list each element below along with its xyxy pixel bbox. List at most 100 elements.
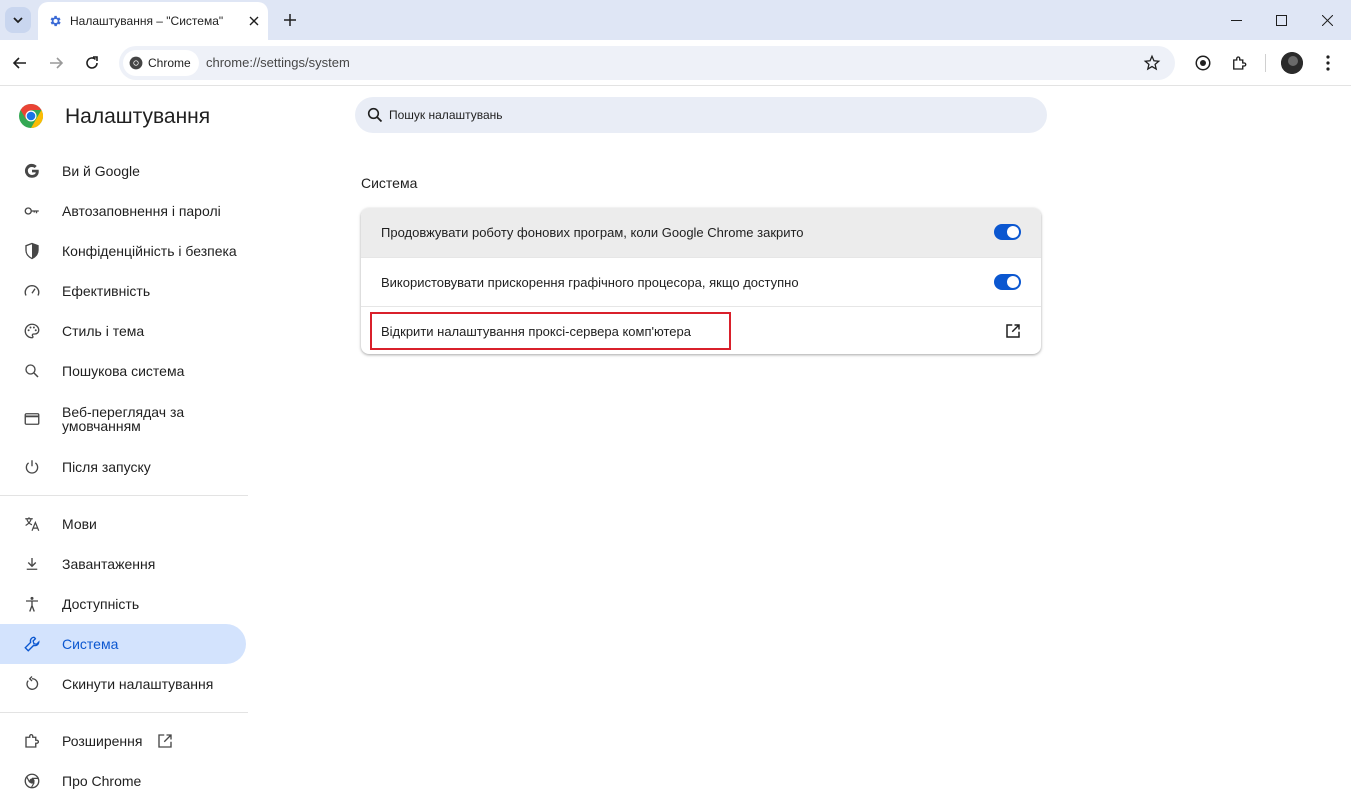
url-text[interactable]: chrome://settings/system (206, 55, 350, 70)
settings-sidebar: Ви й Google Автозаповнення і паролі Конф… (0, 151, 248, 801)
setting-row-hardware-acceleration[interactable]: Використовувати прискорення графічного п… (361, 257, 1041, 306)
extensions-menu-button[interactable] (1228, 52, 1250, 74)
sidebar-item-downloads[interactable]: Завантаження (0, 544, 248, 584)
sidebar-item-autofill[interactable]: Автозаповнення і паролі (0, 191, 248, 231)
sidebar-item-label: Скинути налаштування (62, 676, 214, 692)
search-placeholder: Пошук налаштувань (389, 108, 503, 122)
speedometer-icon (22, 281, 42, 301)
gear-icon (50, 15, 61, 27)
tab-strip: Налаштування – "Система" (0, 0, 1351, 40)
search-icon (367, 107, 383, 123)
accessibility-icon (22, 594, 42, 614)
sidebar-item-label: Пошукова система (62, 363, 185, 379)
sidebar-item-on-startup[interactable]: Після запуску (0, 447, 248, 487)
arrow-right-icon (50, 57, 64, 69)
sidebar-item-label: Ви й Google (62, 163, 140, 179)
puzzle-icon (22, 731, 42, 751)
google-icon (22, 161, 42, 181)
sidebar-item-label: Після запуску (62, 459, 151, 475)
maximize-icon (1275, 14, 1287, 26)
reload-icon (86, 56, 98, 69)
window-close-button[interactable] (1304, 0, 1350, 40)
translate-icon (22, 514, 42, 534)
highlight-box (370, 312, 731, 350)
section-title: Система (361, 175, 418, 191)
wrench-icon (22, 634, 42, 654)
chevron-down-icon (13, 17, 23, 24)
chrome-icon (22, 771, 42, 791)
minimize-icon (1230, 19, 1242, 21)
shield-icon (22, 241, 42, 261)
puzzle-icon (1233, 56, 1247, 70)
setting-label: Використовувати прискорення графічного п… (381, 274, 799, 290)
settings-header: Налаштування Пошук налаштувань (0, 86, 1351, 146)
plus-icon (284, 14, 296, 26)
open-in-new-icon (156, 732, 174, 750)
browser-toolbar: Chrome chrome://settings/system (0, 40, 1351, 86)
page-title: Налаштування (65, 105, 211, 128)
sidebar-item-label: Мови (62, 516, 97, 532)
close-icon (1321, 14, 1333, 26)
minimize-button[interactable] (1213, 0, 1259, 40)
chrome-menu-button[interactable] (1317, 52, 1339, 74)
forward-button[interactable] (44, 51, 68, 75)
profile-avatar[interactable] (1281, 52, 1303, 74)
sidebar-item-appearance[interactable]: Стиль і тема (0, 311, 248, 351)
sidebar-item-languages[interactable]: Мови (0, 504, 248, 544)
sidebar-item-label: Автозаповнення і паролі (62, 203, 221, 219)
sidebar-item-accessibility[interactable]: Доступність (0, 584, 248, 624)
sidebar-item-system[interactable]: Система (0, 624, 246, 664)
sidebar-item-label: Конфіденційність і безпека (62, 243, 237, 259)
toolbar-divider (1265, 54, 1266, 72)
open-in-new-icon[interactable] (1004, 322, 1022, 340)
power-icon (22, 457, 42, 477)
arrow-left-icon (12, 57, 26, 69)
bookmark-star-icon[interactable] (1143, 54, 1161, 72)
tab-search-button[interactable] (5, 7, 31, 33)
sidebar-item-label: Доступність (62, 596, 140, 612)
search-icon (22, 361, 42, 381)
sidebar-item-label: Завантаження (62, 556, 156, 572)
chrome-icon (129, 56, 143, 70)
browser-window-icon (22, 409, 42, 429)
setting-label: Продовжувати роботу фонових програм, кол… (381, 225, 804, 240)
sidebar-item-privacy[interactable]: Конфіденційність і безпека (0, 231, 248, 271)
hardware-acceleration-toggle[interactable] (994, 274, 1021, 290)
avatar-image-icon (1281, 52, 1303, 74)
setting-row-background-apps[interactable]: Продовжувати роботу фонових програм, кол… (361, 208, 1041, 257)
sidebar-item-performance[interactable]: Ефективність (0, 271, 248, 311)
sidebar-item-reset[interactable]: Скинути налаштування (0, 664, 248, 704)
sidebar-item-label: Про Chrome (62, 773, 142, 789)
sidebar-divider (0, 495, 248, 496)
sidebar-item-label: Веб-переглядач за умовчанням (62, 404, 185, 434)
tab-close-button[interactable] (246, 13, 262, 29)
sidebar-item-about-chrome[interactable]: Про Chrome (0, 761, 248, 801)
site-info-chip[interactable]: Chrome (123, 50, 199, 76)
tab-title: Налаштування – "Система" (70, 14, 224, 28)
chrome-logo-icon (19, 104, 43, 128)
more-vert-icon (1326, 55, 1330, 71)
settings-search-input[interactable]: Пошук налаштувань (355, 97, 1047, 133)
download-icon (22, 554, 42, 574)
new-tab-button[interactable] (280, 10, 300, 30)
sidebar-item-label: Система (62, 636, 119, 652)
reset-icon (22, 674, 42, 694)
sidebar-divider (0, 712, 248, 713)
sidebar-item-default-browser[interactable]: Веб-переглядач за умовчанням (0, 391, 248, 447)
sidebar-item-label: Розширення (62, 733, 143, 749)
extension-badge-icon (1195, 55, 1211, 71)
active-tab[interactable]: Налаштування – "Система" (38, 2, 268, 40)
key-icon (22, 201, 42, 221)
background-apps-toggle[interactable] (994, 224, 1021, 240)
palette-icon (22, 321, 42, 341)
sidebar-item-extensions[interactable]: Розширення (0, 721, 248, 761)
sidebar-item-you-and-google[interactable]: Ви й Google (0, 151, 248, 191)
back-button[interactable] (8, 51, 32, 75)
reload-button[interactable] (80, 51, 104, 75)
close-icon (249, 16, 259, 26)
maximize-button[interactable] (1258, 0, 1304, 40)
extension-button[interactable] (1192, 52, 1214, 74)
sidebar-item-search-engine[interactable]: Пошукова система (0, 351, 248, 391)
sidebar-item-label: Стиль і тема (62, 323, 145, 339)
address-bar[interactable]: Chrome chrome://settings/system (119, 46, 1175, 80)
